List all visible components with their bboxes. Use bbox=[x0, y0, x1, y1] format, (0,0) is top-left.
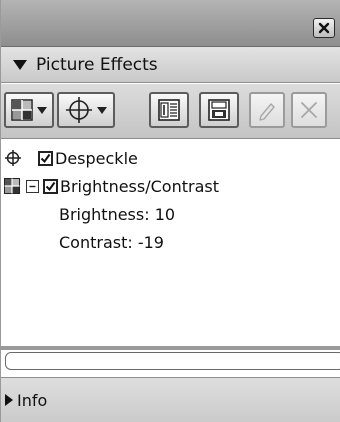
crosshair-icon bbox=[66, 97, 92, 123]
delete-button[interactable] bbox=[291, 92, 327, 128]
grid-icon bbox=[11, 99, 33, 121]
collapse-toggle[interactable] bbox=[26, 179, 39, 193]
checkmark-icon bbox=[40, 153, 51, 163]
effect-label: Despeckle bbox=[55, 148, 138, 168]
save-icon bbox=[208, 99, 230, 121]
info-label: Info bbox=[17, 390, 48, 410]
minus-icon bbox=[29, 185, 36, 187]
grid-icon bbox=[4, 178, 20, 194]
properties-icon bbox=[158, 99, 180, 121]
chevron-down-icon bbox=[37, 106, 47, 114]
effect-row-despeckle[interactable]: Despeckle bbox=[1, 145, 138, 171]
effects-list: Despeckle Brightness/Contrast Brightness… bbox=[1, 139, 340, 346]
properties-button[interactable] bbox=[149, 92, 189, 128]
contrast-value: Contrast: -19 bbox=[59, 232, 164, 252]
triangle-right-icon bbox=[5, 394, 13, 406]
window-title-bar[interactable] bbox=[1, 0, 340, 47]
brightness-value: Brightness: 10 bbox=[59, 204, 176, 224]
effect-label: Brightness/Contrast bbox=[60, 176, 219, 196]
picture-effects-header[interactable]: Picture Effects bbox=[1, 47, 340, 83]
picture-effects-window: Picture Effects Despeckle Brightness/Con… bbox=[0, 0, 340, 422]
panel-title: Picture Effects bbox=[36, 54, 158, 75]
save-effect-button[interactable] bbox=[199, 92, 239, 128]
panel-splitter[interactable] bbox=[1, 346, 340, 350]
checkmark-icon bbox=[45, 181, 56, 191]
grid-effect-dropdown[interactable] bbox=[4, 92, 54, 128]
triangle-down-icon bbox=[13, 59, 27, 70]
effect-row-brightness-contrast[interactable]: Brightness/Contrast bbox=[1, 173, 219, 199]
x-icon bbox=[301, 102, 317, 118]
chevron-down-icon bbox=[97, 106, 107, 114]
close-x-icon bbox=[318, 22, 330, 34]
brightness-contrast-checkbox[interactable] bbox=[43, 178, 58, 194]
description-field[interactable] bbox=[5, 352, 340, 370]
close-button[interactable] bbox=[313, 18, 335, 38]
effect-param-row: Brightness: 10 bbox=[59, 201, 175, 227]
info-header[interactable]: Info bbox=[1, 377, 340, 422]
effects-toolbar bbox=[1, 84, 340, 139]
edit-button[interactable] bbox=[249, 92, 285, 128]
pencil-icon bbox=[259, 103, 275, 121]
crosshair-effect-dropdown[interactable] bbox=[57, 92, 115, 128]
effect-param-row: Contrast: -19 bbox=[59, 229, 164, 255]
despeckle-checkbox[interactable] bbox=[38, 150, 53, 166]
crosshair-icon bbox=[5, 150, 21, 166]
